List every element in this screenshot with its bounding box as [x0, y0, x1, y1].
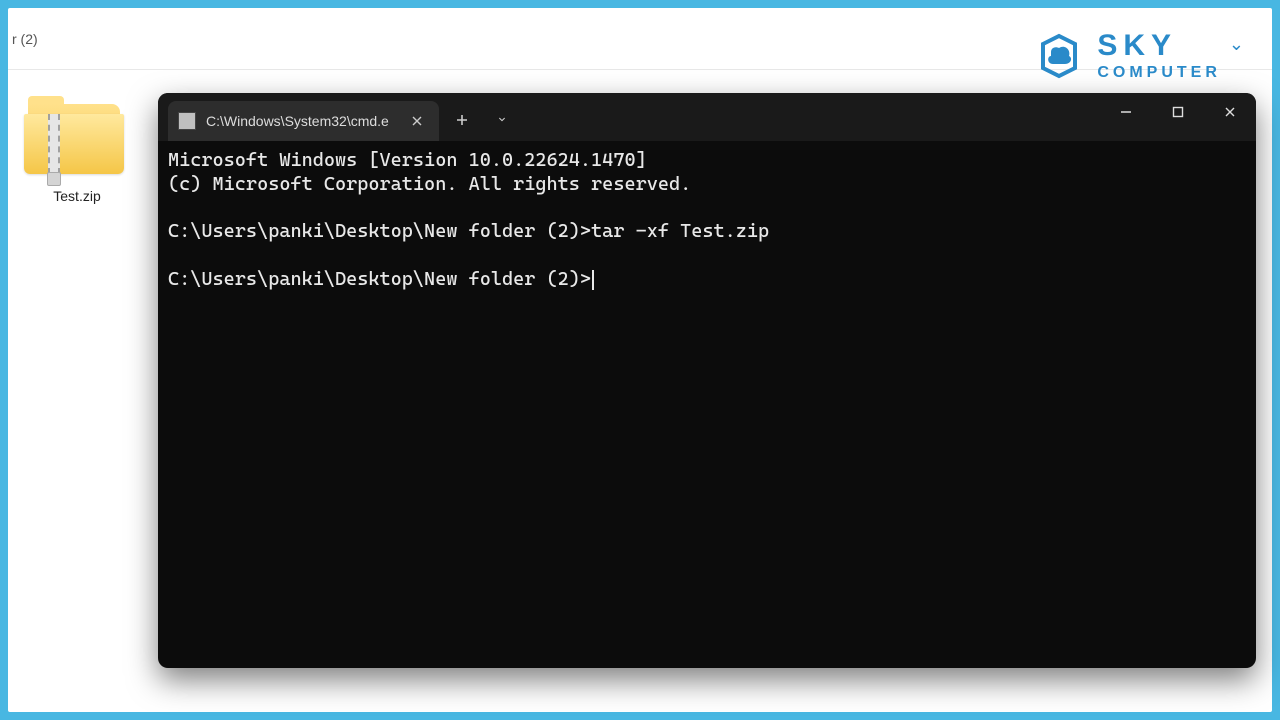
- close-tab-button[interactable]: [407, 111, 427, 131]
- terminal-prompt: C:\Users\panki\Desktop\New folder (2)>: [168, 268, 591, 290]
- maximize-button[interactable]: [1152, 93, 1204, 131]
- tab-title: C:\Windows\System32\cmd.e: [206, 113, 389, 129]
- terminal-line: (c) Microsoft Corporation. All rights re…: [168, 173, 691, 195]
- new-tab-button[interactable]: [445, 103, 479, 137]
- brand-logo: SKY COMPUTER ⌄: [1033, 30, 1244, 82]
- terminal-window: C:\Windows\System32\cmd.e: [158, 93, 1256, 668]
- minimize-icon: [1119, 105, 1133, 119]
- terminal-tab[interactable]: C:\Windows\System32\cmd.e: [168, 101, 439, 141]
- window-controls: [1100, 93, 1256, 131]
- tab-dropdown-button[interactable]: [485, 103, 519, 137]
- close-icon: [1223, 105, 1237, 119]
- zip-folder-icon: [22, 100, 132, 182]
- terminal-command: tar -xf Test.zip: [591, 220, 769, 242]
- text-cursor: [592, 270, 594, 290]
- file-item[interactable]: Test.zip: [22, 100, 132, 204]
- minimize-button[interactable]: [1100, 93, 1152, 131]
- breadcrumb: r (2): [12, 31, 38, 47]
- file-label: Test.zip: [22, 188, 132, 204]
- close-window-button[interactable]: [1204, 93, 1256, 131]
- cmd-icon: [178, 112, 196, 130]
- outer-frame: r (2) SKY COMPUTER ⌄ Test.zip C:\: [8, 8, 1272, 712]
- logo-icon: [1033, 30, 1085, 82]
- maximize-icon: [1171, 105, 1185, 119]
- terminal-body[interactable]: Microsoft Windows [Version 10.0.22624.14…: [158, 141, 1256, 668]
- logo-text-top: SKY: [1097, 31, 1221, 61]
- plus-icon: [456, 114, 468, 126]
- chevron-down-icon: ⌄: [1229, 34, 1244, 55]
- close-icon: [412, 116, 422, 126]
- terminal-line: Microsoft Windows [Version 10.0.22624.14…: [168, 149, 647, 171]
- terminal-titlebar[interactable]: C:\Windows\System32\cmd.e: [158, 93, 1256, 141]
- logo-text-bottom: COMPUTER: [1097, 65, 1221, 81]
- chevron-down-icon: [496, 116, 508, 124]
- terminal-prompt: C:\Users\panki\Desktop\New folder (2)>: [168, 220, 591, 242]
